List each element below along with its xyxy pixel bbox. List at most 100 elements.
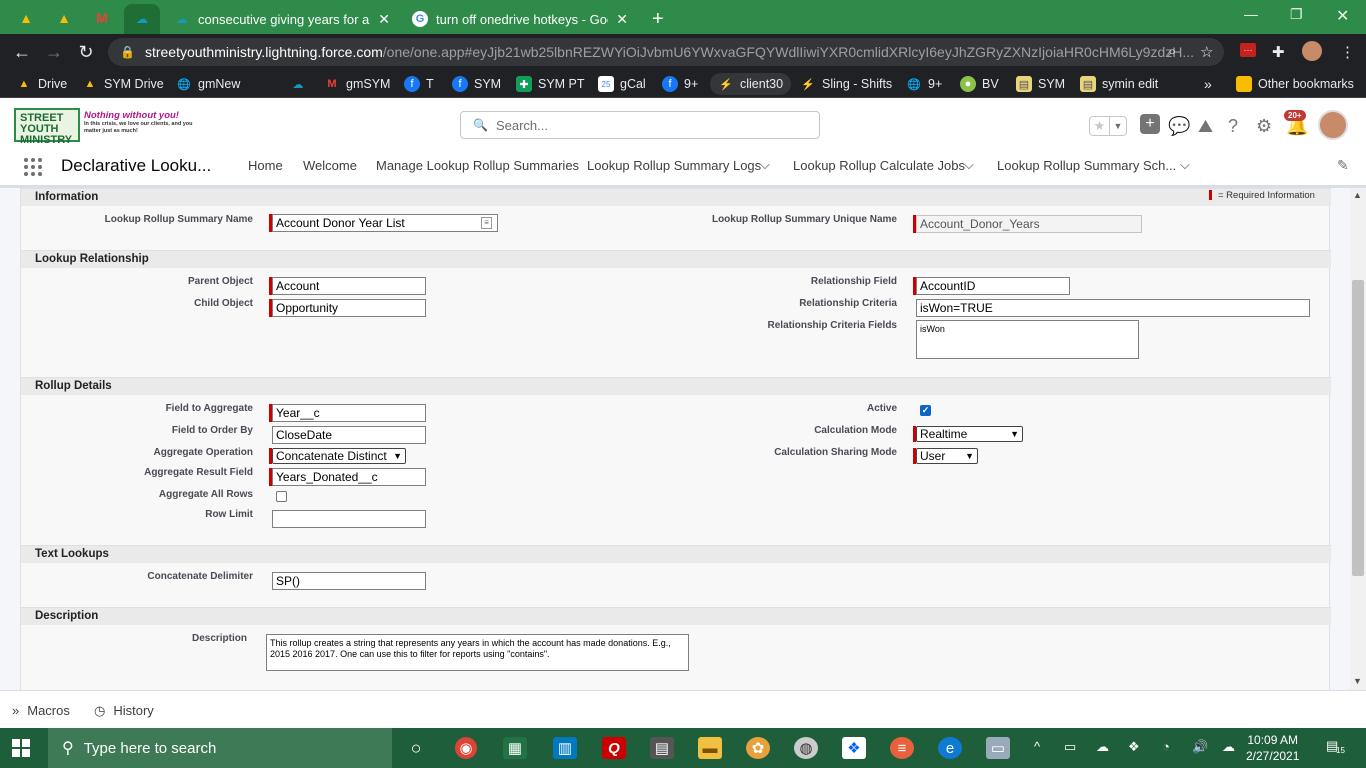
excel-icon[interactable]: ▦ bbox=[503, 737, 527, 759]
taskbar-clock[interactable]: 10:09 AM 2/27/2021 bbox=[1246, 732, 1299, 764]
file-explorer-icon[interactable]: ▬ bbox=[698, 737, 722, 759]
content-scrollbar[interactable]: ▲ ▼ bbox=[1350, 188, 1366, 690]
bookmark-sym-2[interactable]: ▤ SYM bbox=[1016, 76, 1065, 92]
nav-item-manage-rollups[interactable]: Manage Lookup Rollup Summaries bbox=[376, 158, 579, 173]
other-bookmarks[interactable]: ▮ Other bookmarks bbox=[1236, 76, 1354, 92]
restore-icon[interactable]: ❐ bbox=[1290, 6, 1303, 23]
star-icon[interactable]: ★ bbox=[1090, 117, 1110, 135]
bookmark-sym-drive[interactable]: ▲ SYM Drive bbox=[82, 76, 164, 92]
chevron-down-icon[interactable]: ▼ bbox=[1110, 117, 1126, 135]
bookmark-sling-shifts[interactable]: ⚡ Sling - Shifts bbox=[800, 76, 892, 92]
extension-icon[interactable]: ⋯ bbox=[1240, 43, 1256, 57]
org-logo[interactable]: STREET YOUTH MINISTRY bbox=[14, 108, 80, 146]
bookmark-client30[interactable]: ⚡ client30 bbox=[710, 73, 792, 95]
nav-item-welcome[interactable]: Welcome bbox=[303, 158, 357, 173]
forward-icon[interactable]: → bbox=[42, 42, 66, 62]
close-icon[interactable]: ✕ bbox=[616, 11, 628, 28]
field-to-aggregate-input[interactable]: Year__c bbox=[272, 404, 426, 422]
nav-item-rollup-logs[interactable]: Lookup Rollup Summary Logs bbox=[587, 158, 761, 173]
chevron-down-icon[interactable]: ⌵ bbox=[760, 157, 770, 173]
chevron-down-icon[interactable]: ⌵ bbox=[1180, 157, 1190, 173]
bookmark-bv[interactable]: ● BV bbox=[960, 76, 999, 92]
lookup-list-icon[interactable]: ≡ bbox=[481, 217, 492, 229]
chat-icon[interactable]: 💬 bbox=[1168, 116, 1190, 137]
utility-macros[interactable]: » Macros bbox=[12, 703, 70, 718]
tab-salesforce-active[interactable]: ☁ bbox=[124, 4, 160, 34]
close-window-icon[interactable]: ✕ bbox=[1336, 6, 1349, 26]
tab-consecutive-giving[interactable]: ☁ consecutive giving years for annu ✕ bbox=[164, 4, 400, 34]
active-checkbox[interactable]: ✓ bbox=[920, 405, 931, 416]
bookmarks-overflow-button[interactable]: » bbox=[1204, 76, 1212, 92]
edge-icon[interactable]: e bbox=[938, 737, 962, 759]
bookmark-star-icon[interactable]: ☆ bbox=[1200, 43, 1213, 61]
bookmark-gmsym[interactable]: MgmSYM bbox=[324, 76, 390, 92]
nav-item-rollup-schedule[interactable]: Lookup Rollup Summary Sch... bbox=[997, 158, 1176, 173]
wifi-icon[interactable]: ◔ bbox=[1162, 739, 1170, 754]
back-icon[interactable]: ← bbox=[10, 42, 34, 62]
bookmark-t[interactable]: fT bbox=[404, 76, 434, 92]
nav-item-home[interactable]: Home bbox=[248, 158, 283, 173]
app-launcher-icon[interactable] bbox=[24, 158, 42, 176]
calculation-mode-select[interactable]: Realtime ▼ bbox=[916, 426, 1023, 442]
help-icon[interactable]: ? bbox=[1228, 116, 1238, 137]
gear-icon[interactable]: ⚙ bbox=[1256, 116, 1272, 137]
chrome-icon[interactable]: ◉ bbox=[455, 737, 477, 759]
task-view-icon[interactable]: ○ bbox=[404, 737, 428, 759]
nav-item-calculate-jobs[interactable]: Lookup Rollup Calculate Jobs bbox=[793, 158, 965, 173]
dropbox-icon[interactable]: ❖ bbox=[842, 737, 866, 759]
pinned-tab-drive-2[interactable]: ▲ bbox=[46, 6, 82, 30]
tab-onedrive-hotkeys[interactable]: G turn off onedrive hotkeys - Goog ✕ bbox=[402, 4, 638, 34]
pinned-tab-gmail[interactable]: M bbox=[84, 6, 120, 30]
bookmark-fb-9plus[interactable]: f 9+ bbox=[662, 76, 698, 92]
utility-history[interactable]: ◷ History bbox=[94, 703, 154, 719]
bookmark-symin-edit[interactable]: ▤ symin edit bbox=[1080, 76, 1158, 92]
aggregate-result-field-input[interactable]: Years_Donated__c bbox=[272, 468, 426, 486]
new-tab-button[interactable]: + bbox=[644, 4, 676, 34]
zoom-search-icon[interactable]: ⌕ bbox=[1168, 43, 1176, 60]
scrollbar-thumb[interactable] bbox=[1352, 280, 1364, 576]
scroll-up-icon[interactable]: ▲ bbox=[1353, 190, 1362, 200]
bookmark-globe-9plus[interactable]: 🌐 9+ bbox=[906, 76, 942, 92]
row-limit-input[interactable] bbox=[272, 510, 426, 528]
scroll-down-icon[interactable]: ▼ bbox=[1353, 676, 1362, 686]
photos-icon[interactable]: ✿ bbox=[746, 737, 770, 759]
cloud-tray-icon[interactable]: ☁ bbox=[1222, 739, 1235, 755]
calculation-sharing-mode-select[interactable]: User ▼ bbox=[916, 448, 978, 464]
close-icon[interactable]: ✕ bbox=[378, 11, 390, 28]
windows-start-icon[interactable] bbox=[12, 739, 30, 757]
battery-icon[interactable]: ▭ bbox=[1064, 739, 1076, 755]
menu-kebab-icon[interactable]: ⋮ bbox=[1340, 43, 1355, 61]
trello-icon[interactable]: ▥ bbox=[553, 737, 577, 759]
calculator-icon[interactable]: ▤ bbox=[650, 737, 674, 759]
unique-name-input[interactable]: Account_Donor_Years bbox=[916, 215, 1142, 233]
field-to-order-by-input[interactable]: CloseDate bbox=[272, 426, 426, 444]
global-search-input[interactable]: 🔍 Search... bbox=[460, 111, 820, 139]
bookmark-sym[interactable]: f SYM bbox=[452, 76, 501, 92]
chevron-down-icon[interactable]: ⌵ bbox=[964, 157, 974, 173]
profile-avatar-icon[interactable] bbox=[1302, 41, 1322, 61]
chat-app-icon[interactable]: ≡ bbox=[890, 737, 914, 759]
minimize-icon[interactable]: — bbox=[1244, 6, 1258, 22]
quicken-icon[interactable]: Q bbox=[602, 737, 626, 759]
aggregate-operation-select[interactable]: Concatenate Distinct ▼ bbox=[272, 448, 406, 464]
relationship-field-input[interactable]: AccountID bbox=[916, 277, 1070, 295]
concatenate-delimiter-input[interactable]: SP() bbox=[272, 572, 426, 590]
onedrive-icon[interactable]: ☁ bbox=[1096, 739, 1109, 755]
bookmark-sym-pt[interactable]: ✚ SYM PT bbox=[516, 76, 585, 92]
reload-icon[interactable]: ↻ bbox=[74, 42, 98, 62]
child-object-input[interactable]: Opportunity bbox=[272, 299, 426, 317]
relationship-criteria-input[interactable]: isWon=TRUE bbox=[916, 299, 1310, 317]
edit-nav-pencil-icon[interactable]: ✎ bbox=[1337, 157, 1349, 174]
summary-name-input[interactable]: Account Donor Year List bbox=[272, 214, 498, 232]
relationship-criteria-fields-textarea[interactable]: isWon bbox=[916, 320, 1139, 359]
user-avatar[interactable] bbox=[1318, 110, 1348, 140]
extensions-puzzle-icon[interactable]: ✚ bbox=[1272, 43, 1285, 61]
bookmark-gcal[interactable]: 25 gCal bbox=[598, 76, 646, 92]
network-globe-icon[interactable]: ◍ bbox=[794, 737, 818, 759]
description-textarea[interactable]: This rollup creates a string that repres… bbox=[266, 634, 689, 671]
aggregate-all-rows-checkbox[interactable] bbox=[276, 491, 287, 502]
dropbox-tray-icon[interactable]: ❖ bbox=[1128, 739, 1140, 755]
volume-icon[interactable]: 🔊 bbox=[1192, 739, 1208, 755]
taskbar-search-input[interactable]: ⚲ Type here to search bbox=[48, 728, 392, 768]
bookmark-gmnew[interactable]: 🌐 gmNew bbox=[176, 76, 240, 92]
